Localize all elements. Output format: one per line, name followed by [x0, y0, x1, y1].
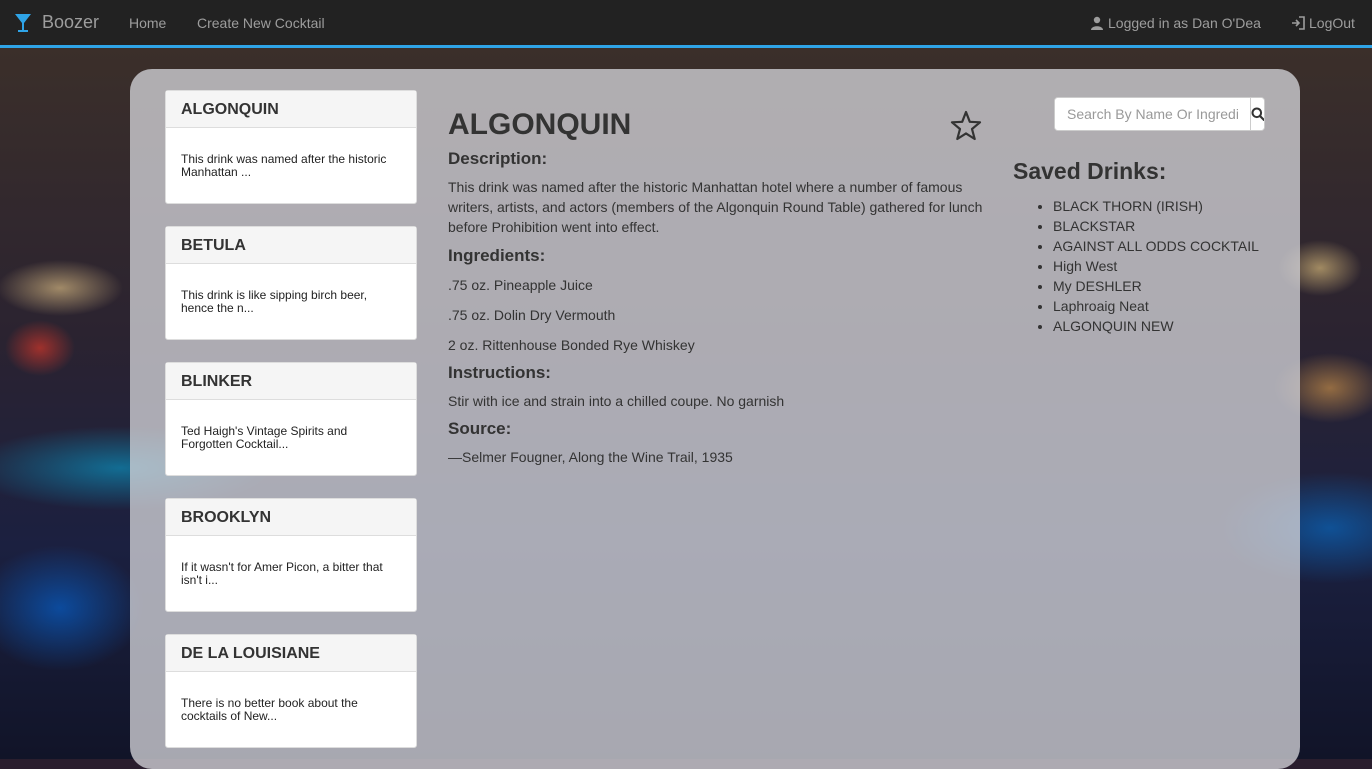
drink-card-snippet: This drink was named after the historic …: [181, 152, 387, 179]
description-text: This drink was named after the historic …: [448, 179, 983, 235]
drink-card[interactable]: BROOKLYN If it wasn't for Amer Picon, a …: [165, 498, 417, 612]
drink-card-title: BROOKLYN: [166, 499, 416, 536]
navbar: Boozer Home Create New Cocktail Logged i…: [0, 0, 1372, 48]
saved-drink-item[interactable]: AGAINST ALL ODDS COCKTAIL: [1053, 236, 1259, 256]
drink-card-snippet: There is no better book about the cockta…: [181, 696, 358, 723]
instructions-text: Stir with ice and strain into a chilled …: [448, 393, 785, 409]
drink-card-snippet: This drink is like sipping birch beer, h…: [181, 288, 368, 315]
saved-drink-item[interactable]: BLACK THORN (IRISH): [1053, 196, 1259, 216]
nav-create-cocktail-link[interactable]: Create New Cocktail: [197, 15, 325, 31]
drink-card-snippet: If it wasn't for Amer Picon, a bitter th…: [181, 560, 383, 587]
drink-detail: ALGONQUIN Description: This drink was na…: [448, 106, 988, 467]
drink-title: ALGONQUIN: [448, 108, 632, 141]
search-input[interactable]: [1055, 98, 1250, 130]
nav-user-status[interactable]: Logged in as Dan O'Dea: [1090, 15, 1261, 31]
source-heading: Source:: [448, 419, 512, 438]
nav-home-link[interactable]: Home: [129, 15, 166, 31]
ingredient-item: .75 oz. Dolin Dry Vermouth: [448, 307, 616, 323]
instructions-heading: Instructions:: [448, 363, 551, 382]
search-icon: [1251, 107, 1264, 121]
search-button[interactable]: [1250, 98, 1264, 130]
source-text: —Selmer Fougner, Along the Wine Trail, 1…: [448, 449, 733, 465]
description-heading: Description:: [448, 149, 548, 168]
search-form: [1054, 97, 1265, 131]
logout-label: LogOut: [1309, 15, 1355, 31]
drink-card[interactable]: BETULA This drink is like sipping birch …: [165, 226, 417, 340]
brand-name: Boozer: [42, 12, 100, 32]
ingredient-item: .75 oz. Pineapple Juice: [448, 277, 593, 293]
user-icon: [1091, 16, 1103, 30]
saved-drink-item[interactable]: Laphroaig Neat: [1053, 296, 1259, 316]
saved-drink-item[interactable]: High West: [1053, 256, 1259, 276]
brand-link[interactable]: Boozer: [14, 12, 99, 33]
cocktail-glass-icon: [15, 13, 31, 32]
ingredient-item: 2 oz. Rittenhouse Bonded Rye Whiskey: [448, 337, 695, 353]
saved-drink-item[interactable]: ALGONQUIN NEW: [1053, 316, 1259, 336]
saved-drinks-list: BLACK THORN (IRISH) BLACKSTAR AGAINST AL…: [1013, 196, 1259, 336]
saved-drink-item[interactable]: BLACKSTAR: [1053, 216, 1259, 236]
saved-drinks-heading: Saved Drinks:: [1013, 158, 1167, 184]
drink-card[interactable]: DE LA LOUISIANE There is no better book …: [165, 634, 417, 748]
drink-card-snippet: Ted Haigh's Vintage Spirits and Forgotte…: [181, 424, 348, 451]
drink-card-title: DE LA LOUISIANE: [166, 635, 416, 672]
drink-card[interactable]: ALGONQUIN This drink was named after the…: [165, 90, 417, 204]
star-icon[interactable]: [950, 110, 982, 142]
drink-card-title: BETULA: [166, 227, 416, 264]
drink-card-title: ALGONQUIN: [166, 91, 416, 128]
drink-card-title: BLINKER: [166, 363, 416, 400]
user-label: Logged in as Dan O'Dea: [1108, 15, 1261, 31]
logout-icon: [1292, 16, 1305, 30]
ingredients-heading: Ingredients:: [448, 246, 546, 265]
logout-link[interactable]: LogOut: [1291, 15, 1355, 31]
saved-drink-item[interactable]: My DESHLER: [1053, 276, 1259, 296]
drink-card[interactable]: BLINKER Ted Haigh's Vintage Spirits and …: [165, 362, 417, 476]
